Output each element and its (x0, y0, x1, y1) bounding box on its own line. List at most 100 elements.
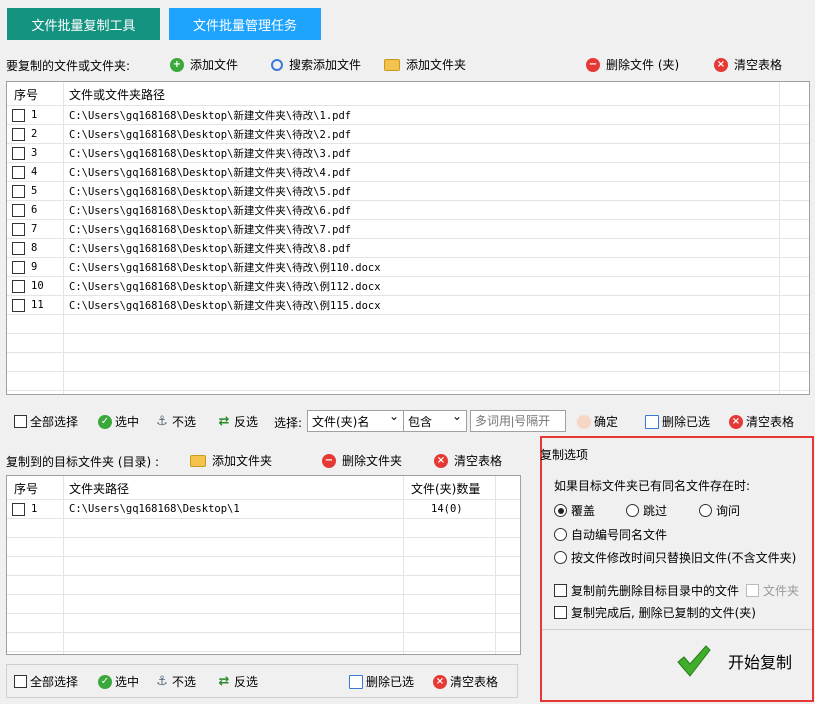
folder-checkbox-label: 文件夹 (763, 584, 800, 598)
folder-icon (384, 58, 400, 71)
post-delete-checkbox[interactable]: 复制完成后, 删除已复制的文件(夹) (554, 604, 756, 621)
table-row[interactable]: 10 C:\Users\gq168168\Desktop\新建文件夹\待改\例11… (7, 277, 809, 296)
row-checkbox[interactable] (12, 165, 25, 179)
empty-row (7, 353, 809, 372)
auto-rename-radio[interactable]: 自动编号同名文件 (554, 526, 667, 543)
select-button[interactable]: ✓ 选中 (98, 413, 139, 430)
target-clear-button[interactable]: × 清空表格 (434, 452, 502, 469)
bottom-select-button[interactable]: ✓ 选中 (98, 673, 139, 690)
table-row[interactable]: 8 C:\Users\gq168168\Desktop\新建文件夹\待改\8.pd… (7, 239, 809, 258)
add-file-button[interactable]: + 添加文件 (170, 56, 238, 73)
checkbox[interactable] (14, 415, 27, 428)
field-select-value: 文件(夹)名 (312, 414, 370, 429)
select-clear-button[interactable]: × 清空表格 (729, 413, 794, 430)
radio[interactable] (554, 528, 567, 541)
row-path: C:\Users\gq168168\Desktop\新建文件夹\待改\例112.… (69, 280, 381, 293)
deselect-button[interactable]: ⚓ 不选 (155, 413, 196, 430)
tab-manage-task[interactable]: 文件批量管理任务 (169, 8, 321, 40)
delete-file-button[interactable]: − 删除文件 (夹) (586, 56, 679, 73)
checkbox[interactable] (746, 584, 759, 597)
row-checkbox[interactable] (12, 279, 25, 293)
radio-selected[interactable] (554, 504, 567, 517)
row-index: 7 (31, 223, 38, 235)
tab-copy-tool[interactable]: 文件批量复制工具 (7, 8, 160, 40)
start-copy-button[interactable]: 开始复制 (676, 644, 792, 678)
folder-icon (190, 454, 206, 467)
deselect-label: 不选 (172, 415, 197, 429)
empty-row (7, 315, 809, 334)
pre-delete-label: 复制前先删除目标目录中的文件 (571, 584, 740, 598)
table-row[interactable]: 9 C:\Users\gq168168\Desktop\新建文件夹\待改\例110… (7, 258, 809, 277)
replace-by-time-radio[interactable]: 按文件修改时间只替换旧文件(不含文件夹) (554, 549, 796, 566)
table-row[interactable]: 5 C:\Users\gq168168\Desktop\新建文件夹\待改\5.pd… (7, 182, 809, 201)
swap-icon: ⇄ (218, 674, 230, 689)
table-row[interactable]: 3 C:\Users\gq168168\Desktop\新建文件夹\待改\3.pd… (7, 144, 809, 163)
table-row[interactable]: 7 C:\Users\gq168168\Desktop\新建文件夹\待改\7.pd… (7, 220, 809, 239)
checkbox[interactable] (554, 606, 567, 619)
invert-button[interactable]: ⇄ 反选 (217, 413, 258, 430)
radio[interactable] (699, 504, 712, 517)
keyword-input[interactable] (470, 410, 566, 432)
invert-label: 反选 (234, 415, 259, 429)
table-row[interactable]: 2 C:\Users\gq168168\Desktop\新建文件夹\待改\2.pd… (7, 125, 809, 144)
field-select[interactable]: 文件(夹)名 (307, 409, 404, 432)
table-row[interactable]: 11 C:\Users\gq168168\Desktop\新建文件夹\待改\例11… (7, 296, 809, 315)
table-row[interactable]: 1 C:\Users\gq168168\Desktop\新建文件夹\待改\1.pd… (7, 106, 809, 125)
row-checkbox[interactable] (12, 260, 25, 274)
checkbox[interactable] (554, 584, 567, 597)
table-row[interactable]: 6 C:\Users\gq168168\Desktop\新建文件夹\待改\6.pd… (7, 201, 809, 220)
target-add-folder-button[interactable]: 添加文件夹 (190, 452, 272, 469)
select-label: 选中 (115, 415, 140, 429)
bottom-delete-selected-label: 删除已选 (366, 675, 415, 689)
clear-table-button[interactable]: × 清空表格 (714, 56, 782, 73)
ask-radio[interactable]: 询问 (699, 502, 740, 519)
row-checkbox[interactable] (12, 203, 25, 217)
confirm-button[interactable]: 确定 (577, 413, 618, 430)
source-file-table[interactable]: 序号 文件或文件夹路径 1 C:\Users\gq168168\Desktop\新… (6, 81, 810, 395)
radio[interactable] (626, 504, 639, 517)
overwrite-radio[interactable]: 覆盖 (554, 502, 595, 519)
row-path: C:\Users\gq168168\Desktop\新建文件夹\待改\4.pdf (69, 166, 352, 179)
add-folder-button[interactable]: 添加文件夹 (384, 56, 466, 73)
target-folder-table[interactable]: 序号 文件夹路径 文件(夹)数量 1 C:\Users\gq168168\Desk… (6, 475, 521, 655)
row-checkbox[interactable] (12, 241, 25, 255)
empty-row (7, 595, 520, 614)
options-title: 复制选项 (540, 448, 589, 462)
row-index: 1 (31, 503, 38, 515)
empty-row (7, 614, 520, 633)
add-folder-label: 添加文件夹 (406, 58, 467, 72)
source-label: 要复制的文件或文件夹: (6, 59, 131, 73)
start-copy-label: 开始复制 (728, 653, 793, 672)
row-checkbox[interactable] (12, 146, 25, 160)
bottom-deselect-button[interactable]: ⚓ 不选 (155, 673, 196, 690)
row-checkbox[interactable] (12, 108, 25, 122)
row-checkbox[interactable] (12, 184, 25, 198)
select-clear-label: 清空表格 (746, 415, 795, 429)
bottom-select-all-checkbox[interactable]: 全部选择 (14, 673, 78, 690)
folder-checkbox[interactable]: 文件夹 (746, 582, 799, 599)
row-checkbox[interactable] (12, 502, 25, 516)
radio[interactable] (554, 551, 567, 564)
select-all-checkbox[interactable]: 全部选择 (14, 413, 78, 430)
replace-by-time-label: 按文件修改时间只替换旧文件(不含文件夹) (571, 551, 797, 565)
bottom-delete-selected-button[interactable]: 删除已选 (349, 673, 414, 690)
checkbox[interactable] (14, 675, 27, 688)
row-checkbox[interactable] (12, 222, 25, 236)
target-delete-folder-button[interactable]: − 删除文件夹 (322, 452, 402, 469)
table-row[interactable]: 4 C:\Users\gq168168\Desktop\新建文件夹\待改\4.pd… (7, 163, 809, 182)
row-checkbox[interactable] (12, 298, 25, 312)
match-select[interactable]: 包含 (403, 409, 467, 432)
row-checkbox[interactable] (12, 127, 25, 141)
bottom-invert-button[interactable]: ⇄ 反选 (217, 673, 258, 690)
row-path: C:\Users\gq168168\Desktop\新建文件夹\待改\例110.… (69, 261, 381, 274)
row-path: C:\Users\gq168168\Desktop\新建文件夹\待改\例115.… (69, 299, 381, 312)
pre-delete-checkbox[interactable]: 复制前先删除目标目录中的文件 (554, 582, 739, 599)
delete-selected-button[interactable]: 删除已选 (645, 413, 710, 430)
search-add-file-button[interactable]: 搜索添加文件 (271, 56, 361, 73)
skip-radio[interactable]: 跳过 (626, 502, 667, 519)
add-file-label: 添加文件 (190, 58, 239, 72)
table-row[interactable]: 1 C:\Users\gq168168\Desktop\1 14(0) (7, 500, 520, 519)
column-header-folder-path: 文件夹路径 (69, 482, 130, 496)
close-icon: × (714, 57, 728, 72)
bottom-clear-button[interactable]: × 清空表格 (433, 673, 498, 690)
